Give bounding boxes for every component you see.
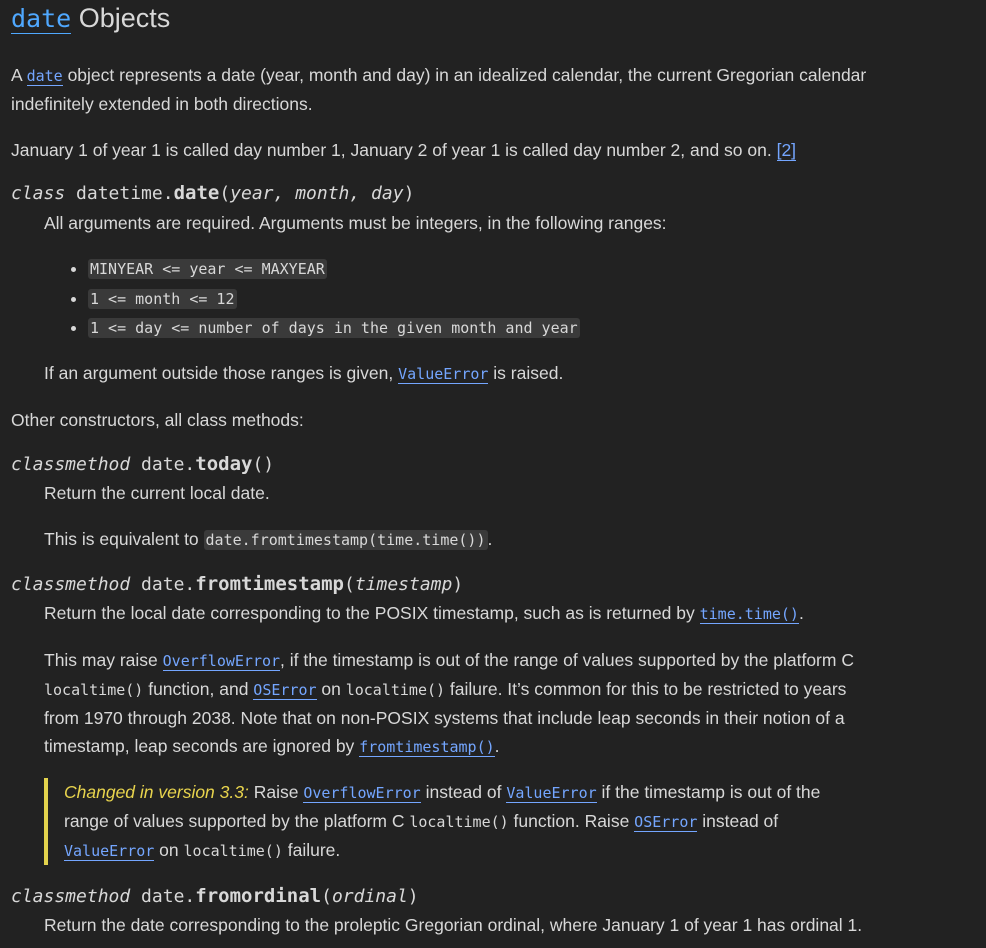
oserror-link[interactable]: OSError <box>253 681 317 700</box>
error-text-a: If an argument outside those ranges is g… <box>44 363 399 383</box>
intro-paragraph: A date object represents a date (year, m… <box>11 61 911 118</box>
class-prefix: date. <box>130 454 196 475</box>
text: timestamp, leap seconds are ignored by <box>44 736 360 756</box>
oserror-link[interactable]: OSError <box>634 813 698 832</box>
raise-line-1: This may raise OverflowError, if the tim… <box>44 646 854 675</box>
localtime-code: localtime() <box>183 842 283 860</box>
today-equivalent: This is equivalent to date.fromtimestamp… <box>44 525 924 554</box>
text: function. Raise <box>508 811 635 831</box>
version-changed-note: Changed in version 3.3: Raise OverflowEr… <box>44 778 884 865</box>
overflowerror-link[interactable]: OverflowError <box>162 652 281 671</box>
class-keyword: class <box>11 183 66 204</box>
fromordinal-signature: classmethod date.fromordinal(ordinal) <box>11 882 419 911</box>
day-number-text: January 1 of year 1 is called day number… <box>11 140 777 160</box>
date-class-signature: class datetime.date(year, month, day) <box>11 179 414 208</box>
text: instead of <box>697 811 779 831</box>
note-line-2: range of values supported by the platfor… <box>64 807 884 836</box>
intro-text-b: object represents a date (year, month an… <box>11 65 867 114</box>
equivalent-code: date.fromtimestamp(time.time()) <box>203 530 488 550</box>
valueerror-link[interactable]: ValueError <box>398 365 489 384</box>
method-name: fromtimestamp <box>195 573 344 595</box>
class-prefix: date. <box>130 886 196 907</box>
date-link[interactable]: date <box>26 67 63 86</box>
list-item: MINYEAR <= year <= MAXYEAR <box>88 254 580 284</box>
class-name: date <box>173 182 220 204</box>
day-number-paragraph: January 1 of year 1 is called day number… <box>11 136 911 164</box>
range-month: 1 <= month <= 12 <box>88 288 237 309</box>
heading-text: Objects <box>71 3 171 33</box>
raise-line-2: localtime() function, and OSError on loc… <box>44 675 846 704</box>
footnote-link[interactable]: [2] <box>776 140 797 161</box>
text: failure. It’s common for this to be rest… <box>445 679 847 699</box>
range-day: 1 <= day <= number of days in the given … <box>88 318 580 338</box>
list-item: 1 <= day <= number of days in the given … <box>88 313 580 343</box>
parens: () <box>252 454 275 475</box>
text: on <box>316 679 346 699</box>
open-paren: ( <box>321 886 332 907</box>
intro-text-a: A <box>11 65 27 85</box>
close-paren: ) <box>403 183 415 204</box>
version-label: Changed in version 3.3: <box>64 782 249 802</box>
note-line-3: ValueError on localtime() failure. <box>64 836 884 865</box>
method-param: timestamp <box>354 574 453 595</box>
fromtimestamp-signature: classmethod date.fromtimestamp(timestamp… <box>11 570 463 599</box>
text: function, and <box>143 679 254 699</box>
class-prefix: date. <box>130 574 196 595</box>
range-list: MINYEAR <= year <= MAXYEAR 1 <= month <=… <box>44 254 580 343</box>
period: . <box>798 603 804 623</box>
section-heading: date Objects <box>11 0 170 37</box>
text: , if the timestamp is out of the range o… <box>280 650 854 670</box>
method-name: today <box>195 453 253 475</box>
range-year: MINYEAR <= year <= MAXYEAR <box>88 259 327 279</box>
class-params: year, month, day <box>230 183 404 204</box>
module-prefix: datetime. <box>65 183 174 204</box>
overflowerror-link[interactable]: OverflowError <box>303 784 421 803</box>
period: . <box>494 736 500 756</box>
heading-code[interactable]: date <box>11 4 72 34</box>
text: Raise <box>248 782 304 802</box>
raise-line-4: timestamp, leap seconds are ignored by f… <box>44 732 500 761</box>
time-time-link[interactable]: time.time() <box>699 605 799 624</box>
period: . <box>487 529 493 549</box>
equivalent-text: This is equivalent to <box>44 529 204 549</box>
classmethod-keyword: classmethod <box>11 454 131 475</box>
valueerror-link[interactable]: ValueError <box>506 784 597 803</box>
text: This may raise <box>44 650 163 670</box>
text: failure. <box>282 840 341 860</box>
text: instead of <box>420 782 507 802</box>
error-text-b: is raised. <box>488 363 564 383</box>
close-paren: ) <box>407 886 419 907</box>
open-paren: ( <box>343 574 355 595</box>
valueerror-link[interactable]: ValueError <box>64 842 155 861</box>
classmethod-keyword: classmethod <box>11 886 131 907</box>
method-name: fromordinal <box>195 885 322 907</box>
localtime-code: localtime() <box>345 681 446 699</box>
fromordinal-description: Return the date corresponding to the pro… <box>44 915 863 935</box>
desc-text: Return the local date corresponding to t… <box>44 603 700 623</box>
note-line-1: Changed in version 3.3: Raise OverflowEr… <box>64 778 884 807</box>
open-paren: ( <box>219 183 231 204</box>
fromtimestamp-link[interactable]: fromtimestamp() <box>359 738 495 757</box>
raise-line-3: from 1970 through 2038. Note that on non… <box>44 708 845 728</box>
localtime-code: localtime() <box>409 813 509 831</box>
list-item: 1 <= month <= 12 <box>88 284 580 314</box>
today-description: Return the current local date. <box>44 483 270 503</box>
other-constructors-text: Other constructors, all class methods: <box>11 410 304 430</box>
method-param: ordinal <box>331 886 408 907</box>
text: range of values supported by the platfor… <box>64 811 410 831</box>
localtime-code: localtime() <box>44 681 144 699</box>
text: if the timestamp is out of the <box>596 782 821 802</box>
close-paren: ) <box>452 574 464 595</box>
ctor-description: All arguments are required. Arguments mu… <box>44 213 667 233</box>
classmethod-keyword: classmethod <box>11 574 131 595</box>
text: on <box>154 840 184 860</box>
value-error-paragraph: If an argument outside those ranges is g… <box>44 359 924 388</box>
today-signature: classmethod date.today() <box>11 450 274 479</box>
fromtimestamp-description: Return the local date corresponding to t… <box>44 599 924 628</box>
